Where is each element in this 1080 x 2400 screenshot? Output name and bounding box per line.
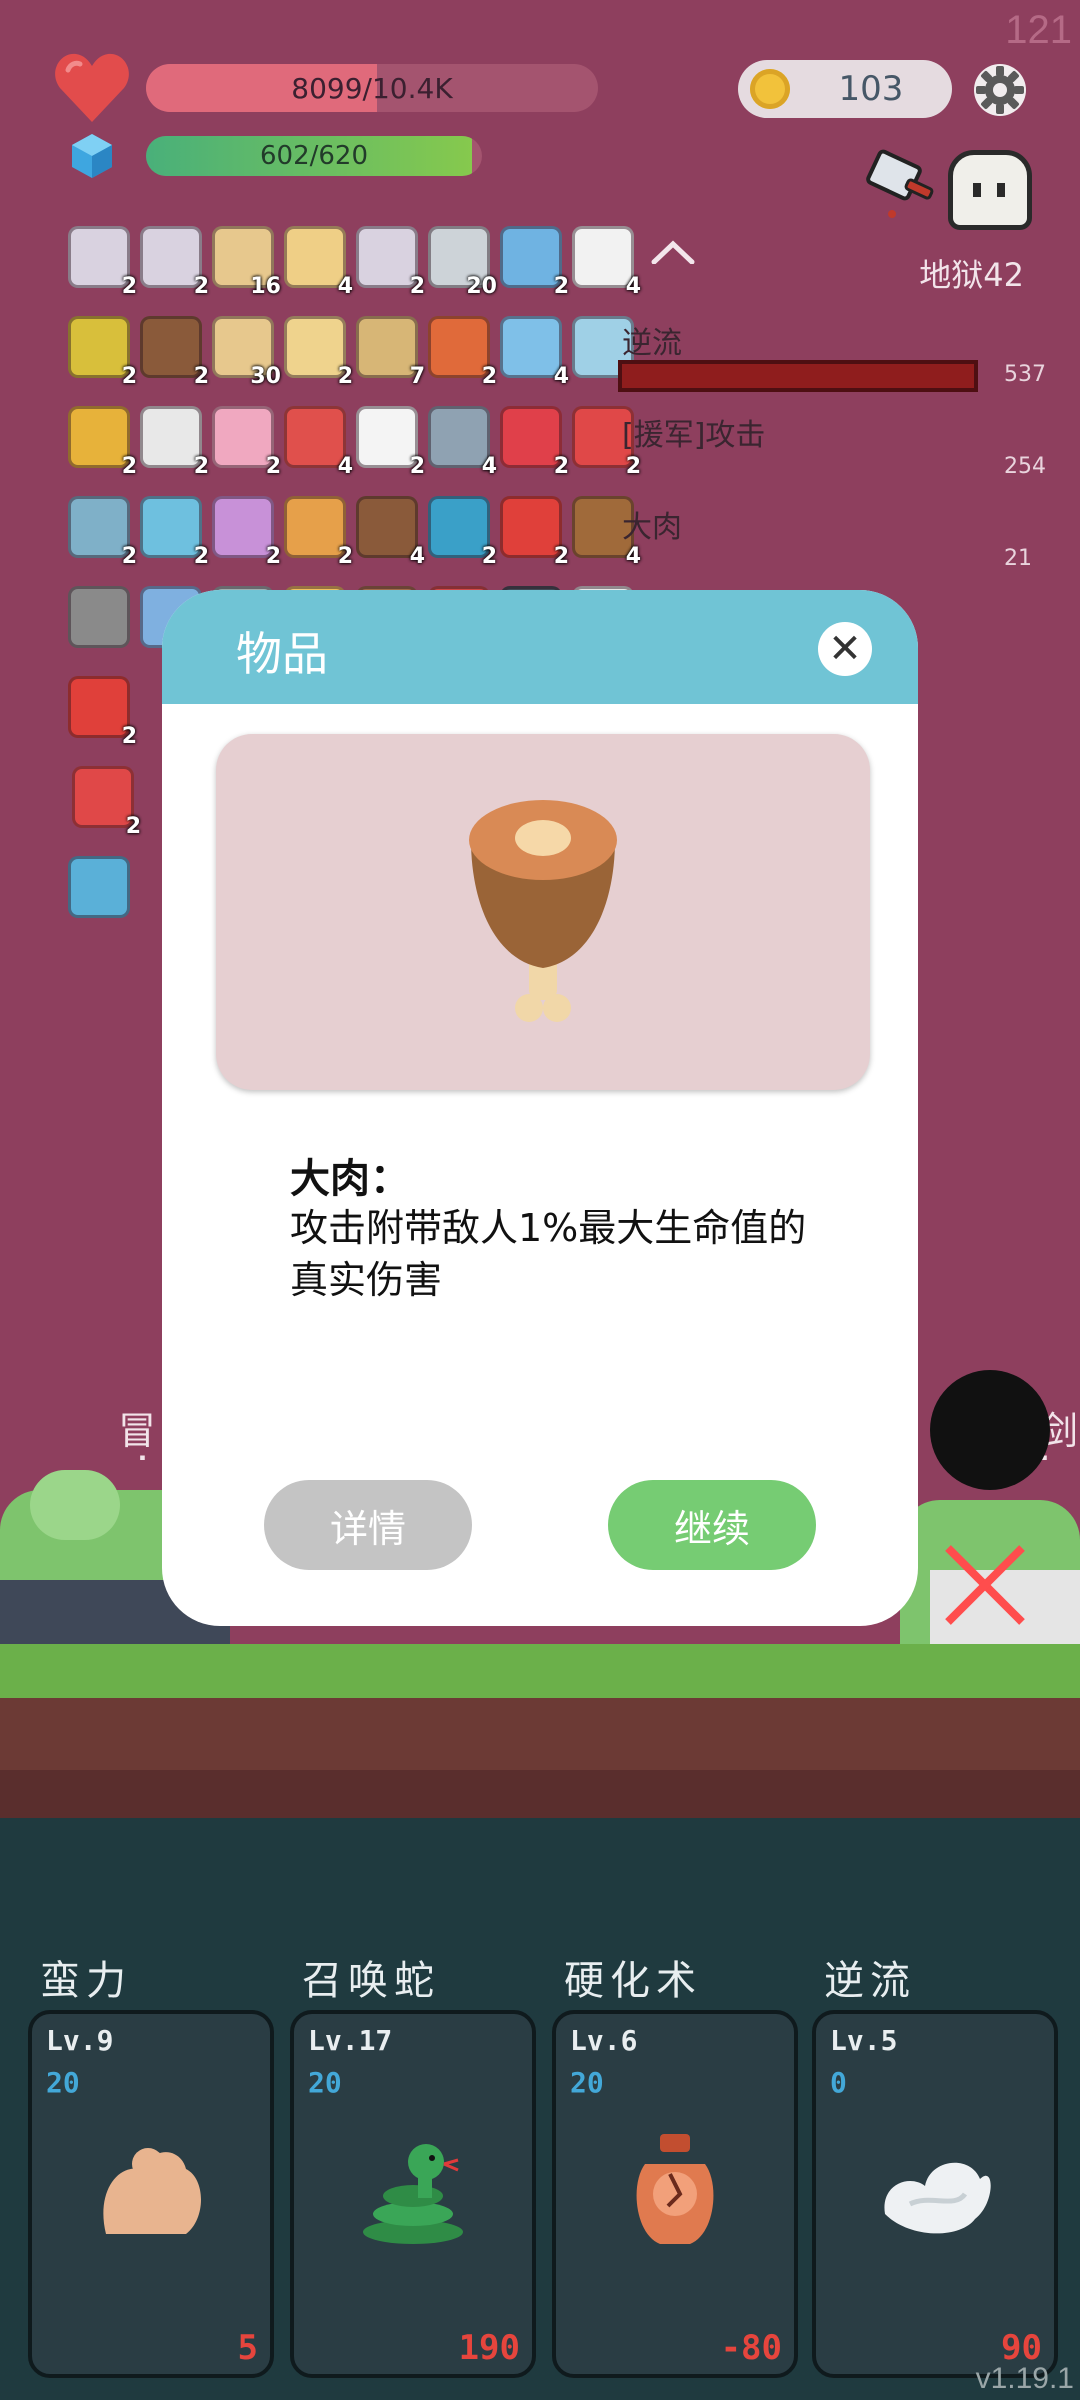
continue-button[interactable]: 继续	[608, 1480, 816, 1570]
close-button[interactable]: ✕	[818, 622, 872, 676]
details-button[interactable]: 详情	[264, 1480, 472, 1570]
item-artwork-panel	[216, 734, 870, 1090]
close-icon: ✕	[828, 626, 862, 672]
meat-drumstick-icon	[469, 800, 617, 1022]
dialog-title: 物品	[236, 627, 328, 681]
item-description: 攻击附带敌人1%最大生命值的真实伤害	[290, 1206, 807, 1302]
dialog-header: 物品 ✕	[162, 590, 918, 704]
item-name: 大肉：	[290, 1156, 410, 1202]
item-dialog: 物品 ✕ 大肉： 攻击附带敌人1%最大生命值的真实伤害 详情 继续	[162, 590, 918, 1626]
